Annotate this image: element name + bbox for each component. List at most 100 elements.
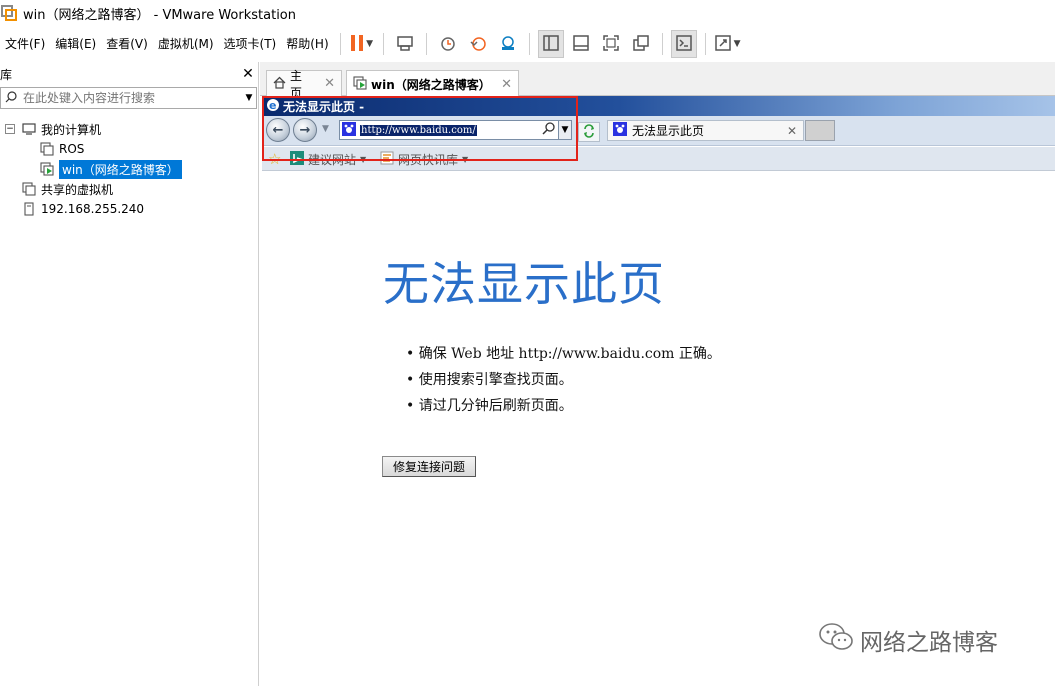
arrow-right-icon: → (299, 122, 311, 138)
console-view-button[interactable] (670, 30, 697, 58)
fav-web-slice-gallery[interactable]: 网页快讯库 ▼ (380, 151, 468, 168)
menu-file[interactable]: 文件(F) (0, 27, 50, 61)
error-bullet: • 确保 Web 地址 http://www.baidu.com 正确。 (406, 346, 721, 362)
shared-vm-icon (22, 182, 36, 196)
stretch-icon (714, 34, 732, 55)
revert-snapshot-button[interactable] (465, 30, 491, 58)
toolbar-separator (339, 33, 341, 55)
computer-icon (22, 122, 36, 136)
menu-toolbar: 文件(F) 编辑(E) 查看(V) 虚拟机(M) 选项卡(T) 帮助(H) ▼ … (0, 27, 1055, 61)
toolbar-separator (425, 33, 427, 55)
console-icon (675, 34, 693, 55)
send-keys-icon (396, 34, 414, 55)
toolbar-separator (528, 33, 530, 55)
baidu-favicon-icon (613, 122, 627, 139)
tree-label: 共享的虚拟机 (41, 182, 114, 197)
ie-logo-icon: e (266, 98, 280, 115)
chevron-down-icon: ▼ (733, 39, 741, 49)
close-icon[interactable]: ✕ (787, 124, 797, 138)
tab-vm-win[interactable]: win（网络之路博客） ✕ (346, 70, 519, 97)
menu-vm[interactable]: 虚拟机(M) (153, 27, 219, 61)
fullscreen-icon (602, 34, 620, 55)
ie-new-tab-button[interactable] (805, 120, 835, 141)
library-view-button[interactable] (537, 30, 564, 58)
pause-icon (350, 34, 364, 55)
ie-tab-title: 无法显示此页 (632, 124, 705, 138)
stretch-guest-button[interactable]: ▼ (714, 30, 741, 58)
tree-label: win（网络之路博客） (59, 159, 182, 179)
fav-label: 建议网站 (308, 153, 357, 167)
ie-tab-current[interactable]: 无法显示此页 ✕ (607, 120, 804, 141)
server-icon (22, 202, 36, 216)
menu-help[interactable]: 帮助(H) (281, 27, 333, 61)
tab-label: win（网络之路博客） (371, 77, 491, 92)
library-header: 库 ✕ (0, 62, 259, 86)
thumbnail-bar-icon (572, 34, 590, 55)
back-button[interactable]: ← (266, 118, 290, 142)
unity-button[interactable] (628, 30, 654, 58)
vm-tab-strip: 主页 ✕ win（网络之路博客） ✕ (260, 62, 1055, 100)
toolbar-separator (382, 33, 384, 55)
bing-icon (290, 151, 304, 168)
collapse-icon[interactable]: − (5, 124, 15, 134)
close-icon[interactable]: ✕ (241, 66, 255, 82)
chevron-down-icon[interactable]: ▼ (558, 121, 571, 139)
thumbnail-bar-button[interactable] (568, 30, 594, 58)
arrow-left-icon: ← (272, 122, 284, 138)
address-input[interactable]: http://www.baidu.com/ (360, 124, 477, 136)
fav-suggested-sites[interactable]: 建议网站 ▼ (290, 151, 366, 168)
menu-edit[interactable]: 编辑(E) (50, 27, 101, 61)
fullscreen-button[interactable] (598, 30, 624, 58)
svg-text:e: e (269, 99, 276, 112)
window-title: win（网络之路博客） - VMware Workstation (23, 7, 296, 23)
close-icon[interactable]: ✕ (501, 77, 512, 92)
toolbar-separator (661, 33, 663, 55)
tab-home[interactable]: 主页 ✕ (266, 69, 342, 100)
revert-snapshot-icon (469, 34, 487, 55)
search-icon (5, 90, 17, 106)
library-search-input[interactable] (23, 91, 242, 105)
watermark-text: 网络之路博客 (860, 630, 998, 656)
chevron-down-icon: ▼ (462, 155, 469, 164)
unity-icon (632, 34, 650, 55)
refresh-button[interactable] (578, 122, 600, 142)
send-ctrl-alt-del-button[interactable] (392, 30, 418, 58)
tree-item-my-computer[interactable]: − 我的计算机 (5, 119, 101, 139)
ie-title-bar: e 无法显示此页 - (262, 96, 1055, 116)
library-title: 库 (0, 67, 13, 82)
error-heading: 无法显示此页 (383, 257, 665, 311)
favorites-star-icon[interactable]: ☆ (268, 150, 281, 168)
chevron-down-icon[interactable]: ▼ (322, 124, 329, 134)
baidu-favicon-icon (342, 121, 356, 139)
close-icon[interactable]: ✕ (324, 76, 335, 91)
home-icon (273, 76, 286, 92)
tree-item-remote-host[interactable]: 192.168.255.240 (22, 199, 144, 219)
snapshot-manager-button[interactable] (495, 30, 521, 58)
vm-icon (40, 142, 54, 156)
library-search-box: ▼ (0, 87, 257, 109)
menu-view[interactable]: 查看(V) (101, 27, 153, 61)
wechat-icon (818, 622, 854, 658)
pause-button[interactable]: ▼ (349, 30, 375, 58)
fix-connection-button[interactable]: 修复连接问题 (382, 456, 476, 477)
snapshot-manager-icon (499, 34, 517, 55)
fav-label: 网页快讯库 (398, 153, 459, 167)
tree-label: ROS (59, 142, 85, 156)
search-icon[interactable] (542, 122, 555, 138)
address-bar[interactable]: http://www.baidu.com/ ▼ (339, 120, 572, 140)
chevron-down-icon[interactable]: ▼ (242, 93, 256, 103)
tree-label: 192.168.255.240 (41, 202, 145, 216)
tree-label: 我的计算机 (41, 122, 102, 137)
menu-tabs[interactable]: 选项卡(T) (219, 27, 282, 61)
forward-button[interactable]: → (293, 118, 317, 142)
tree-item-shared-vms[interactable]: 共享的虚拟机 (22, 179, 113, 199)
error-bullet: • 使用搜索引擎查找页面。 (406, 372, 573, 388)
snapshot-button[interactable] (435, 30, 461, 58)
error-bullet: • 请过几分钟后刷新页面。 (406, 398, 573, 414)
chevron-down-icon: ▼ (366, 39, 374, 49)
guest-display[interactable]: e 无法显示此页 - ← → ▼ http://www.baidu.com/ ▼… (262, 96, 1055, 686)
tree-item-win[interactable]: win（网络之路博客） (40, 159, 182, 179)
ie-navigation-bar: ← → ▼ http://www.baidu.com/ ▼ 无法显示此页 ✕ (262, 116, 1055, 146)
tree-item-ros[interactable]: ROS (40, 139, 84, 159)
vmware-logo-icon (1, 5, 17, 21)
